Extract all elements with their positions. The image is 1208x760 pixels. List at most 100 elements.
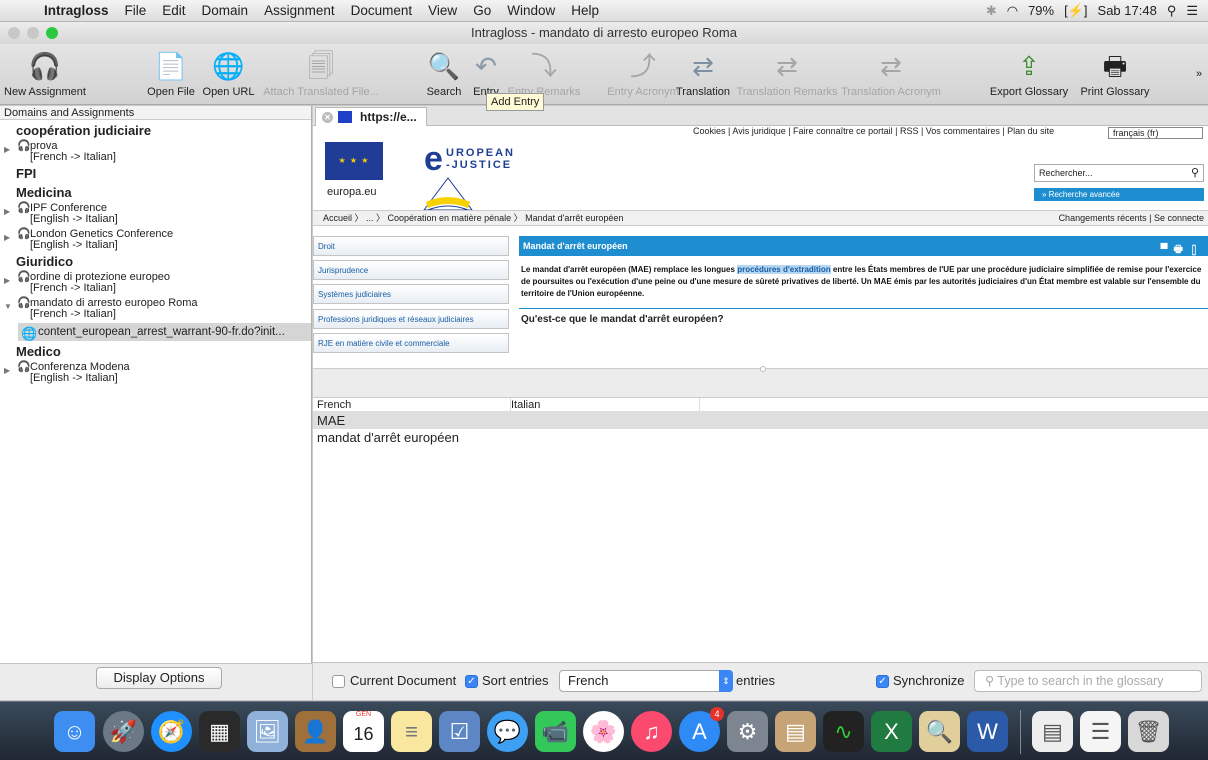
zoom-window-button[interactable] [46,27,58,39]
intragloss-icon[interactable]: 🔍 [919,711,960,752]
menu-domain[interactable]: Domain [194,3,257,18]
safari-icon[interactable]: 🧭 [151,711,192,752]
facetime-icon[interactable]: 📹 [535,711,576,752]
toolbar-overflow-button[interactable]: » [1193,68,1205,80]
europa-link[interactable]: europa.eu [327,186,377,198]
menu-help[interactable]: Help [563,3,607,18]
menu-go[interactable]: Go [465,3,499,18]
menu-file[interactable]: File [117,3,155,18]
nav-rje[interactable]: RJE en matière civile et commerciale [313,333,509,353]
system-preferences-icon[interactable]: ⚙ [727,711,768,752]
word-icon[interactable]: W [967,711,1008,752]
site-search-input[interactable]: Rechercher... ⚲ [1034,164,1204,182]
menu-app[interactable]: Intragloss [36,3,117,18]
messages-icon[interactable]: 💬 [487,711,528,752]
spotlight-icon[interactable]: ⚲ [1167,3,1177,19]
battery-percent[interactable]: 79% [1028,3,1054,18]
table-row[interactable]: MAE [313,412,1208,429]
itunes-icon[interactable]: ♫ [631,711,672,752]
pane-splitter[interactable] [313,366,1208,398]
top-links[interactable]: Cookies | Avis juridique | Faire connaît… [693,126,1054,136]
nav-droit[interactable]: Droit [313,236,509,256]
new-assignment-button[interactable]: 🎧 New Assignment [4,50,86,98]
menu-assignment[interactable]: Assignment [256,3,343,18]
entry-button[interactable]: ↶ Entry [468,50,504,98]
menu-window[interactable]: Window [499,3,563,18]
app-store-icon[interactable]: A4 [679,707,724,752]
domain-fpi[interactable]: FPI [0,163,311,182]
dashboard-icon[interactable]: ▦ [199,711,240,752]
close-tab-icon[interactable]: ✕ [322,112,333,123]
notification-center-icon[interactable]: ☰ [1186,3,1198,19]
glossary-search-input[interactable]: ⚲ Type to search in the glossary [974,670,1202,692]
display-options-button[interactable]: Display Options [96,667,222,689]
export-glossary-button[interactable]: ⇪ Export Glossary [990,50,1068,98]
nav-professions[interactable]: Professions juridiques et réseaux judici… [313,309,509,329]
preview-icon[interactable]: 🖼 [247,711,288,752]
document-tab[interactable]: ✕ https://e... [315,107,427,126]
domain-giuridico[interactable]: Giuridico [0,251,311,270]
assignment-ipf-conference[interactable]: ▶ 🎧 IPF Conference [English -> Italian] [0,203,311,225]
trash-icon[interactable]: 🗑 [1128,711,1169,752]
column-source[interactable]: French [317,398,351,412]
wifi-icon[interactable]: ◠ [1007,3,1018,19]
finder-icon[interactable]: ☺ [54,711,95,752]
minimize-window-button[interactable] [27,27,39,39]
activity-monitor-icon[interactable]: ∿ [823,711,864,752]
translation-button[interactable]: ⇄ Translation [676,50,730,98]
splitter-handle-icon[interactable] [760,366,766,372]
current-document-checkbox[interactable] [332,675,345,688]
document-stack-icon[interactable]: ▤ [1032,711,1073,752]
attach-translated-file-button[interactable]: 🗐 Attach Translated File... [263,50,379,98]
disclosure-triangle-open-icon[interactable]: ▼ [4,301,12,312]
highlighted-term[interactable]: procédures d'extradition [737,265,831,274]
entry-acronym-button[interactable]: ⤴ Entry Acronym [607,50,679,98]
battery-icon[interactable]: [⚡] [1064,3,1087,19]
domain-medicina[interactable]: Medicina [0,182,311,201]
clock[interactable]: Sab 17:48 [1098,3,1157,18]
calculator-icon[interactable]: ▤ [775,711,816,752]
calendar-icon[interactable]: GEN 16 [343,711,384,752]
table-row[interactable]: mandat d'arrêt européen [313,429,1208,446]
column-target[interactable]: Italian [510,398,540,412]
nav-systemes[interactable]: Systèmes judiciaires [313,284,509,304]
assignment-prova[interactable]: ▶ 🎧 prova [French -> Italian] [0,141,311,163]
language-select[interactable]: français (fr) [1108,127,1203,139]
assignment-london-genetics[interactable]: ▶ 🎧 London Genetics Conference [English … [0,229,311,251]
assignment-mandato-arresto[interactable]: ▼ 🎧 mandato di arresto europeo Roma [Fre… [0,298,311,320]
selected-document[interactable]: 🌐 content_european_arrest_warrant-90-fr.… [18,323,311,341]
disclosure-triangle-icon[interactable]: ▶ [4,365,10,376]
sort-language-select[interactable]: French ⇕ [559,670,733,692]
entry-remarks-button[interactable]: ⤵ Entry Remarks [508,50,581,98]
open-url-button[interactable]: 🌐 Open URL [201,50,256,98]
open-file-button[interactable]: 📄 Open File [146,50,196,98]
search-icon[interactable]: ⚲ [1191,165,1199,181]
sort-entries-checkbox[interactable]: ✓ [465,675,478,688]
notes-icon[interactable]: ≡ [391,711,432,752]
disclosure-triangle-icon[interactable]: ▶ [4,206,10,217]
assignment-conferenza-modena[interactable]: ▶ 🎧 Conferenza Modena [English -> Italia… [0,362,311,384]
domain-cooperation-judiciaire[interactable]: coopération judiciaire [0,120,311,139]
translation-acronym-button[interactable]: ⇄ Translation Acronym [841,50,941,98]
menu-document[interactable]: Document [343,3,421,18]
disclosure-triangle-icon[interactable]: ▶ [4,232,10,243]
nav-jurisprudence[interactable]: Jurisprudence [313,260,509,280]
domain-medico[interactable]: Medico [0,341,311,360]
disclosure-triangle-icon[interactable]: ▶ [4,144,10,155]
advanced-search-link[interactable]: » Recherche avancée [1034,188,1204,201]
menu-edit[interactable]: Edit [154,3,193,18]
page-tools-icons[interactable]: ▀🖶▯ [1160,240,1205,260]
bluetooth-icon[interactable]: ✱ [986,3,997,19]
document-icon[interactable]: ☰ [1080,711,1121,752]
synchronize-checkbox[interactable]: ✓ [876,675,889,688]
excel-icon[interactable]: X [871,711,912,752]
close-window-button[interactable] [8,27,20,39]
menu-view[interactable]: View [420,3,465,18]
disclosure-triangle-icon[interactable]: ▶ [4,275,10,286]
search-button[interactable]: 🔍 Search [422,50,466,98]
reminders-icon[interactable]: ☑ [439,711,480,752]
launchpad-icon[interactable]: 🚀 [103,711,144,752]
print-glossary-button[interactable]: 🖶 Print Glossary [1080,50,1149,98]
translation-remarks-button[interactable]: ⇄ Translation Remarks [736,50,837,98]
contacts-icon[interactable]: 👤 [295,711,336,752]
